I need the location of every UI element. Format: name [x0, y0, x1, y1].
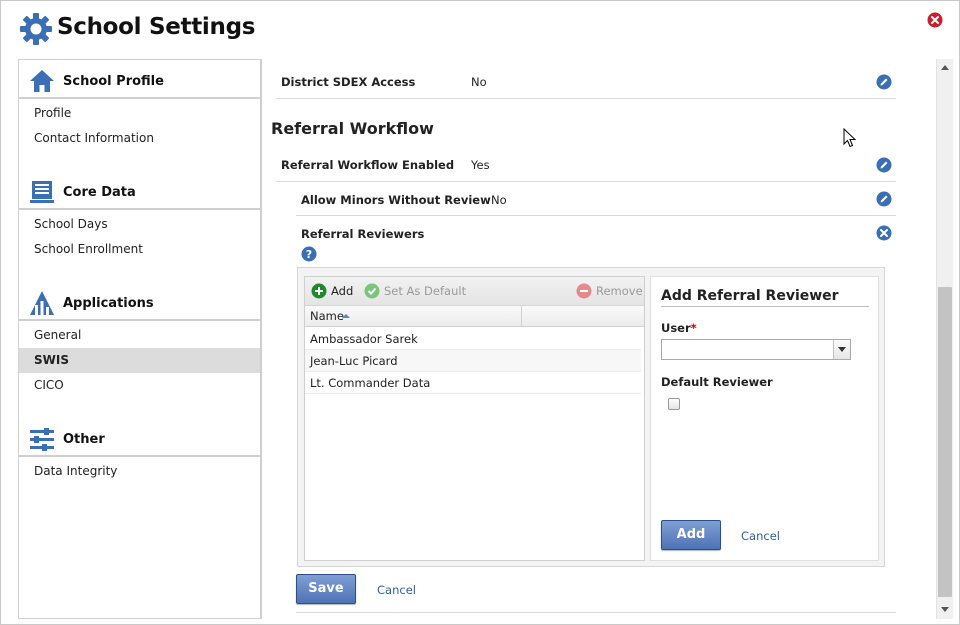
user-label: User* — [661, 321, 697, 335]
remove-label: Remove — [596, 284, 643, 298]
grid-header: Name — [305, 306, 644, 327]
allow-minors-row: Allow Minors Without Review No — [296, 182, 896, 216]
reviewers-panel: Add Set As Default Remove Name Ambassado… — [297, 267, 885, 567]
reviewers-grid: Add Set As Default Remove Name Ambassado… — [304, 276, 645, 561]
sidebar-section-label: School Profile — [63, 74, 164, 89]
required-mark: * — [690, 321, 697, 335]
sidebar-section-header: Core Data — [19, 171, 260, 210]
house-icon — [30, 70, 54, 92]
table-row[interactable]: Ambassador Sarek — [305, 328, 641, 350]
sidebar-section-label: Other — [63, 432, 105, 447]
pyramid-chart-icon — [30, 291, 54, 315]
check-circle-icon — [364, 283, 380, 299]
workflow-enabled-value: Yes — [471, 158, 490, 172]
close-circle-icon[interactable] — [876, 225, 892, 241]
scroll-up-icon[interactable] — [941, 65, 949, 70]
sidebar-section-header: Applications — [19, 282, 260, 321]
add-reviewer-form: Add Referral Reviewer User* Default Revi… — [650, 276, 879, 561]
district-sdex-value: No — [471, 75, 487, 89]
edit-pencil-icon[interactable] — [876, 74, 892, 90]
sidebar-section-header: School Profile — [19, 60, 260, 99]
district-sdex-label: District SDEX Access — [281, 75, 416, 89]
sidebar-item-profile[interactable]: Profile — [19, 101, 260, 126]
school-settings-window: School Settings School Profile Profile C… — [0, 0, 960, 625]
header: School Settings — [1, 1, 959, 57]
main-content: District SDEX Access No Referral Workflo… — [263, 59, 935, 619]
workflow-enabled-label: Referral Workflow Enabled — [281, 158, 455, 172]
minus-circle-icon — [576, 283, 592, 299]
table-row[interactable]: Jean-Luc Picard — [305, 350, 641, 372]
workflow-enabled-row: Referral Workflow Enabled Yes — [276, 147, 896, 182]
table-row[interactable]: Lt. Commander Data — [305, 372, 641, 394]
save-button[interactable]: Save — [296, 574, 356, 604]
chevron-down-icon[interactable] — [833, 340, 850, 359]
edit-pencil-icon[interactable] — [876, 157, 892, 173]
sidebar-section-label: Applications — [63, 296, 154, 311]
sidebar-section-label: Core Data — [63, 185, 136, 200]
sidebar-divider — [260, 59, 262, 619]
sidebar-section-header: Other — [19, 418, 260, 457]
allow-minors-value: No — [491, 193, 507, 207]
sidebar-item-data-integrity[interactable]: Data Integrity — [19, 459, 260, 484]
sidebar-section-applications: Applications General SWIS CICO — [19, 282, 260, 398]
column-header-label: Name — [310, 309, 344, 323]
sidebar-item-school-days[interactable]: School Days — [19, 212, 260, 237]
sort-asc-icon — [342, 314, 350, 318]
help-icon[interactable]: ? — [301, 246, 317, 262]
svg-text:?: ? — [306, 248, 312, 261]
add-label: Add — [331, 284, 354, 298]
sidebar: School Profile Profile Contact Informati… — [18, 59, 260, 619]
sidebar-section-other: Other Data Integrity — [19, 418, 260, 484]
sidebar-section-school-profile: School Profile Profile Contact Informati… — [19, 60, 260, 151]
cancel-link[interactable]: Cancel — [377, 583, 416, 597]
user-select[interactable] — [661, 339, 851, 360]
edit-pencil-icon[interactable] — [876, 191, 892, 207]
plus-circle-icon — [311, 283, 327, 299]
default-reviewer-checkbox[interactable] — [668, 398, 680, 410]
gear-icon — [20, 13, 52, 45]
column-header-name[interactable]: Name — [305, 306, 522, 327]
grid-toolbar: Add Set As Default Remove — [305, 277, 644, 306]
close-icon[interactable] — [927, 12, 943, 28]
referral-reviewers-label: Referral Reviewers — [301, 227, 425, 241]
sidebar-item-swis[interactable]: SWIS — [19, 348, 260, 373]
sidebar-item-school-enrollment[interactable]: School Enrollment — [19, 237, 260, 262]
set-as-default-label: Set As Default — [384, 284, 467, 298]
form-add-button[interactable]: Add — [661, 520, 721, 550]
default-reviewer-label: Default Reviewer — [661, 375, 773, 389]
form-cancel-link[interactable]: Cancel — [741, 529, 780, 543]
form-title: Add Referral Reviewer — [661, 288, 869, 307]
user-label-text: User — [661, 321, 691, 335]
document-stack-icon — [30, 181, 54, 203]
sidebar-item-cico[interactable]: CICO — [19, 373, 260, 398]
district-sdex-row: District SDEX Access No — [276, 65, 896, 99]
referral-workflow-title: Referral Workflow — [271, 119, 434, 138]
allow-minors-label: Allow Minors Without Review — [301, 193, 491, 207]
scroll-thumb[interactable] — [938, 287, 952, 597]
sidebar-item-contact-information[interactable]: Contact Information — [19, 126, 260, 151]
vertical-scrollbar[interactable] — [936, 59, 953, 619]
sidebar-item-general[interactable]: General — [19, 323, 260, 348]
page-title: School Settings — [57, 14, 256, 40]
sidebar-section-core-data: Core Data School Days School Enrollment — [19, 171, 260, 262]
scroll-down-icon[interactable] — [941, 607, 949, 612]
sliders-icon — [30, 428, 54, 451]
mouse-pointer-icon — [843, 128, 857, 148]
